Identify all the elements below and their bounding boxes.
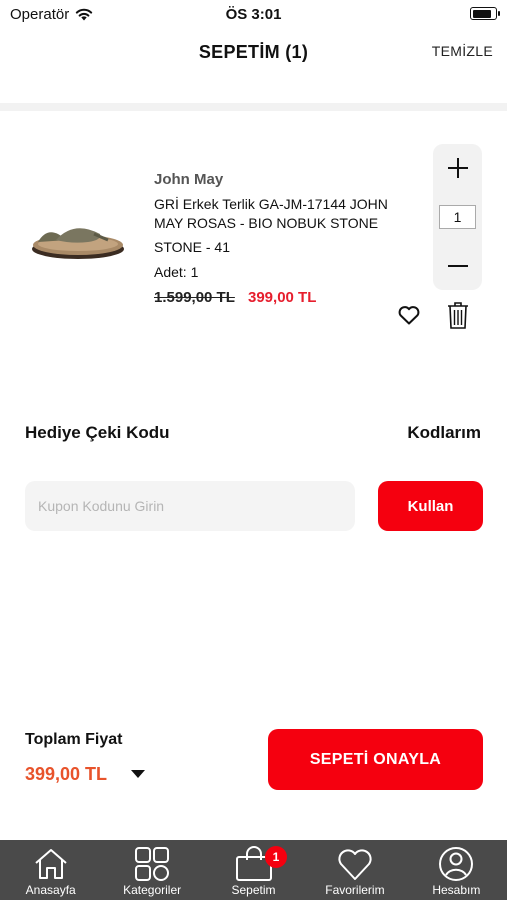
tab-home[interactable]: Anasayfa: [0, 840, 101, 900]
product-variant: STONE - 41: [154, 239, 230, 255]
tab-bar: Anasayfa Kategoriler Sepetim Favorilerim…: [0, 840, 507, 900]
minus-icon: [447, 265, 468, 267]
favorite-heart-icon[interactable]: [397, 303, 421, 327]
tab-label: Kategoriler: [123, 883, 182, 897]
product-brand: John May: [154, 171, 224, 188]
home-icon: [35, 849, 67, 879]
decrease-quantity-button[interactable]: [433, 246, 482, 286]
battery-level: [472, 9, 492, 18]
tab-cart[interactable]: Sepetim: [203, 840, 304, 900]
new-price: 399,00 TL: [248, 289, 317, 306]
total-price-label: Toplam Fiyat: [25, 731, 123, 748]
old-price: 1.599,00 TL: [154, 289, 235, 306]
tab-label: Sepetim: [231, 883, 276, 897]
trash-icon[interactable]: [446, 300, 470, 330]
status-time: ÖS 3:01: [225, 6, 282, 23]
tab-categories[interactable]: Kategoriler: [101, 840, 202, 900]
apply-coupon-button[interactable]: Kullan: [378, 481, 483, 531]
quantity-field[interactable]: 1: [439, 205, 476, 229]
gift-code-title: Hediye Çeki Kodu: [25, 423, 170, 442]
cart-count-badge: 1: [265, 846, 287, 868]
cart-item: John May GRİ Erkek Terlik GA-JM-17144 JO…: [0, 130, 507, 350]
tab-label: Anasayfa: [25, 883, 76, 897]
tab-label: Favorilerim: [325, 883, 385, 897]
clear-cart-button[interactable]: TEMİZLE: [432, 43, 493, 59]
quantity-stepper: 1: [433, 144, 482, 290]
grid-icon: [135, 847, 170, 881]
product-quantity-text: Adet: 1: [154, 264, 199, 280]
confirm-cart-button[interactable]: SEPETİ ONAYLA: [268, 729, 483, 790]
total-price-value: 399,00 TL: [25, 764, 108, 784]
user-icon: [439, 847, 474, 881]
coupon-code-input[interactable]: [25, 481, 355, 531]
tab-account[interactable]: Hesabım: [406, 840, 507, 900]
tab-label: Hesabım: [432, 883, 481, 897]
header-divider: [0, 103, 507, 111]
caret-down-icon[interactable]: [131, 770, 145, 778]
tab-favorites[interactable]: Favorilerim: [304, 840, 405, 900]
my-codes-link[interactable]: Kodlarım: [407, 423, 481, 443]
increase-quantity-button[interactable]: [433, 148, 482, 188]
status-bar: Operatör ÖS 3:01: [0, 0, 507, 30]
heart-icon: [338, 849, 372, 880]
battery-icon: [470, 7, 500, 20]
product-image[interactable]: [28, 200, 128, 275]
plus-icon: [447, 158, 468, 178]
header: SEPETİM (1) TEMİZLE: [0, 30, 507, 102]
product-name[interactable]: GRİ Erkek Terlik GA-JM-17144 JOHN MAY RO…: [154, 195, 404, 233]
